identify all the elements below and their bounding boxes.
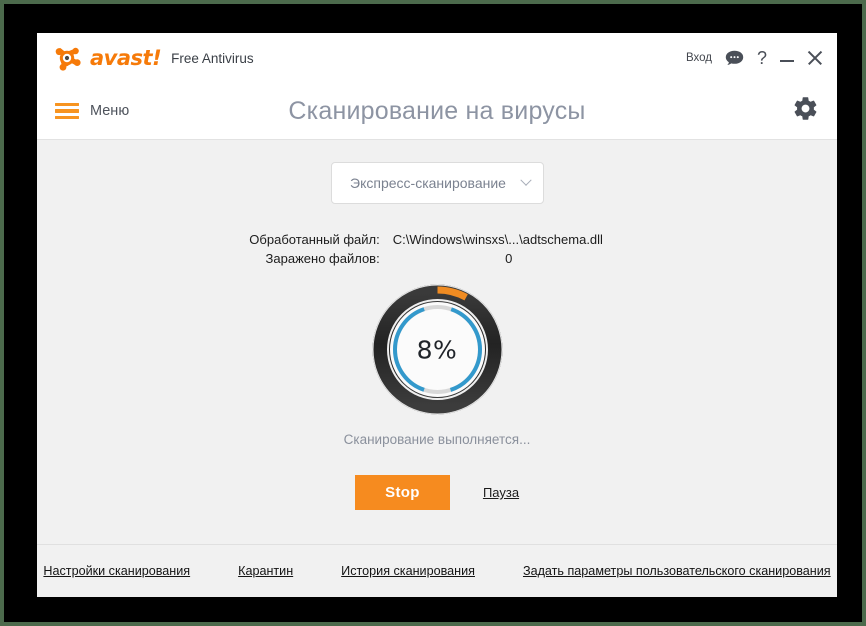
avast-wordmark: avast! bbox=[90, 45, 162, 70]
table-row: Обработанный файл: C:\Windows\winsxs\...… bbox=[249, 230, 624, 249]
close-icon[interactable] bbox=[807, 50, 823, 66]
infected-files-label: Заражено файлов: bbox=[265, 251, 380, 266]
footer-link-scan-history[interactable]: История сканирования bbox=[341, 564, 475, 578]
stop-button[interactable]: Stop bbox=[354, 475, 450, 510]
product-name: Free Antivirus bbox=[171, 50, 254, 66]
menu-button[interactable]: Меню bbox=[55, 103, 129, 119]
pause-link[interactable]: Пауза bbox=[483, 485, 519, 500]
footer-links: Настройки сканирования Карантин История … bbox=[37, 544, 837, 597]
scan-info-table: Обработанный файл: C:\Windows\winsxs\...… bbox=[249, 230, 624, 268]
chat-bubble-icon[interactable] bbox=[725, 50, 744, 66]
hamburger-icon bbox=[55, 103, 79, 119]
header-bar: Меню Сканирование на вирусы bbox=[37, 83, 837, 140]
menu-label: Меню bbox=[90, 103, 130, 119]
help-icon[interactable]: ? bbox=[757, 49, 767, 67]
scan-content: Экспресс-сканирование Обработанный файл:… bbox=[37, 140, 837, 544]
title-bar: avast! Free Antivirus Вход ? bbox=[37, 33, 837, 83]
scan-progress-ring: 8% bbox=[370, 282, 505, 417]
table-row: Заражено файлов: 0 bbox=[249, 249, 624, 268]
footer-link-scan-settings[interactable]: Настройки сканирования bbox=[43, 564, 190, 578]
footer-link-quarantine[interactable]: Карантин bbox=[238, 564, 293, 578]
avast-ball-icon bbox=[53, 45, 81, 71]
scan-status-text: Сканирование выполняется... bbox=[343, 432, 531, 447]
gear-icon bbox=[792, 95, 819, 127]
footer-link-custom-scan-params[interactable]: Задать параметры пользовательского скани… bbox=[523, 564, 831, 578]
login-link[interactable]: Вход bbox=[686, 52, 712, 64]
progress-percent: 8% bbox=[416, 335, 458, 364]
scan-actions: Stop Пауза bbox=[354, 475, 519, 510]
processed-file-label: Обработанный файл: bbox=[249, 232, 380, 247]
scan-type-dropdown[interactable]: Экспресс-сканирование bbox=[330, 162, 544, 204]
window-controls: Вход ? bbox=[686, 49, 823, 67]
page-title: Сканирование на вирусы bbox=[288, 96, 586, 125]
scan-type-value: Экспресс-сканирование bbox=[350, 175, 506, 191]
processed-file-value: C:\Windows\winsxs\...\adtschema.dll bbox=[392, 232, 603, 247]
chevron-down-icon bbox=[515, 179, 537, 187]
avast-logo: avast! bbox=[53, 45, 162, 71]
screenshot-frame: avast! Free Antivirus Вход ? Меню Сканир… bbox=[4, 4, 862, 622]
infected-files-value: 0 bbox=[505, 251, 513, 266]
minimize-icon[interactable] bbox=[780, 51, 794, 65]
settings-button[interactable] bbox=[792, 95, 819, 127]
avast-main-window: avast! Free Antivirus Вход ? Меню Сканир… bbox=[37, 33, 837, 597]
